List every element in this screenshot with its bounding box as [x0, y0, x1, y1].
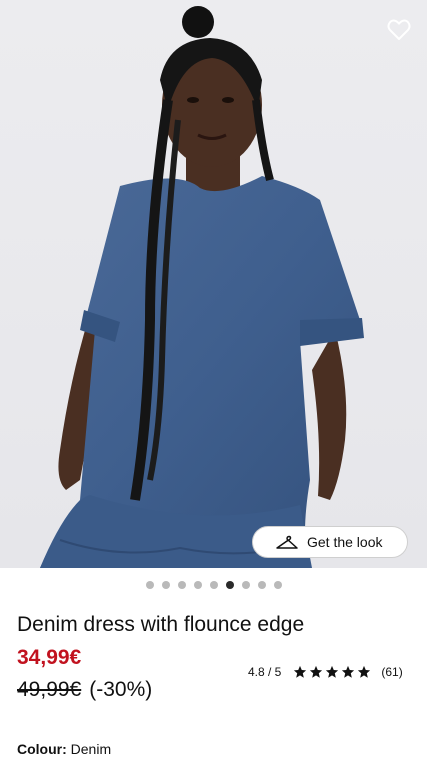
colour-value: Denim: [70, 741, 112, 757]
carousel-dot[interactable]: [209, 581, 218, 589]
product-rating[interactable]: 4.8 / 5 (61): [248, 665, 403, 679]
product-image-gallery[interactable]: Get the look: [0, 0, 427, 568]
product-title: Denim dress with flounce edge: [17, 613, 305, 636]
favorite-button[interactable]: [385, 16, 413, 44]
heart-outline-icon: [387, 19, 411, 40]
star-icon: [294, 665, 307, 678]
get-the-look-button[interactable]: Get the look: [252, 526, 408, 558]
carousel-dot[interactable]: [161, 581, 170, 589]
product-photo: [40, 6, 364, 568]
star-icon: [310, 665, 323, 678]
hanger-icon: [276, 535, 298, 549]
get-the-look-label: Get the look: [307, 534, 383, 550]
star-icon: [358, 665, 371, 678]
star-icon: [326, 665, 339, 678]
carousel-dot[interactable]: [241, 581, 250, 589]
original-price: 49,99€: [17, 678, 82, 701]
carousel-dot[interactable]: [177, 581, 186, 589]
carousel-dot[interactable]: [257, 581, 266, 589]
carousel-dot[interactable]: [273, 581, 282, 589]
discount-label: (-30%): [89, 678, 153, 701]
current-price: 34,99€: [17, 646, 82, 669]
star-icon: [342, 665, 355, 678]
carousel-dot[interactable]: [145, 581, 154, 589]
old-price-row: 49,99€ (-30%): [17, 678, 152, 702]
carousel-dot[interactable]: [225, 581, 234, 589]
colour-selector: Colour: Denim: [17, 741, 111, 757]
rating-score: 4.8 / 5: [248, 665, 282, 679]
rating-stars: [293, 665, 371, 679]
rating-count: (61): [381, 665, 403, 679]
carousel-indicators: [0, 581, 427, 591]
carousel-dot[interactable]: [193, 581, 202, 589]
colour-label: Colour:: [17, 741, 67, 757]
